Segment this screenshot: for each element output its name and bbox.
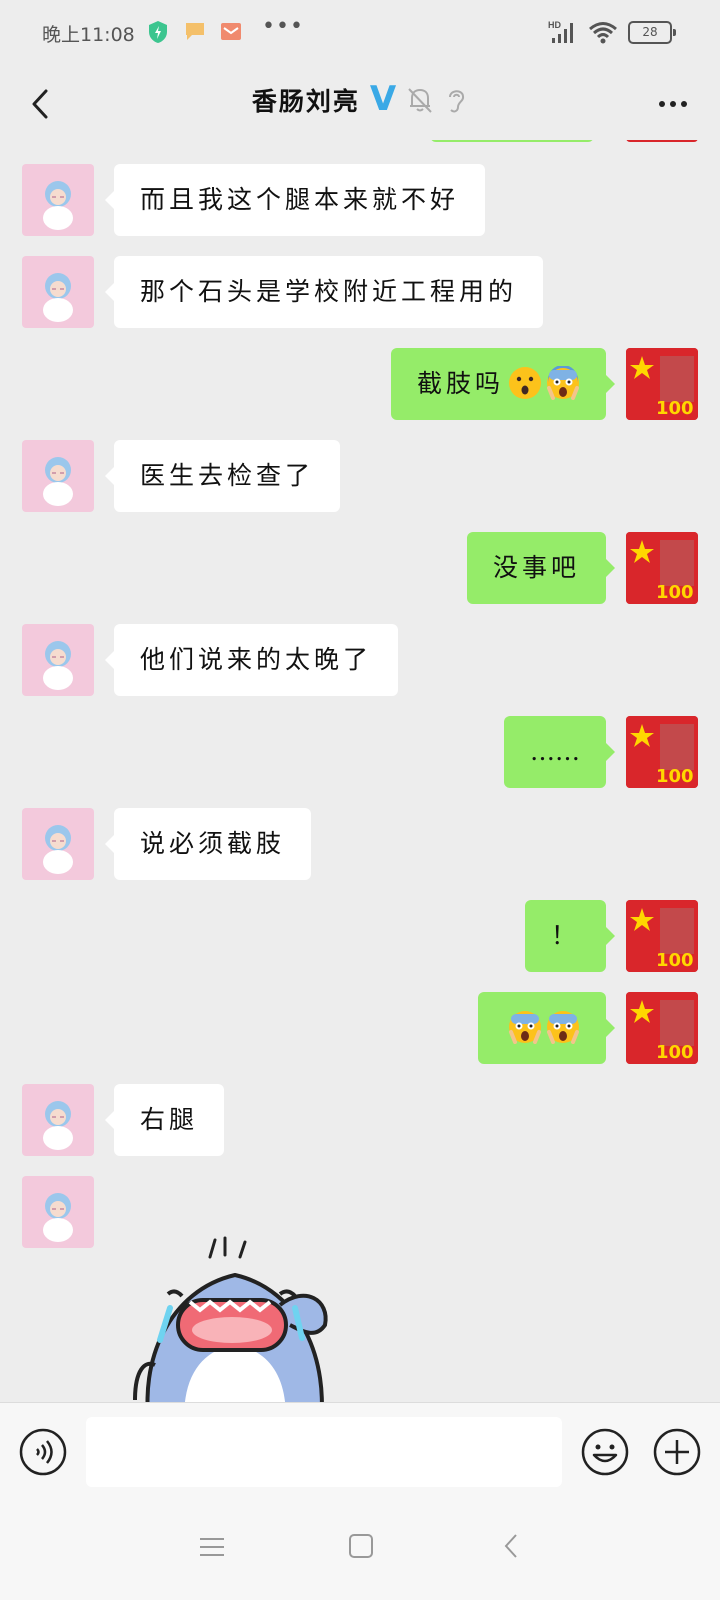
system-nav-bar bbox=[0, 1503, 720, 1600]
message-bubble[interactable]: 那个石头是学校附近工程用的 bbox=[104, 256, 544, 328]
message-bubble[interactable]: 医生去检查了 bbox=[104, 440, 341, 512]
my-avatar[interactable]: 100 bbox=[626, 900, 698, 972]
screaming-face-icon bbox=[509, 1010, 541, 1044]
message-row: 说必须截肢 bbox=[0, 808, 720, 880]
svg-text:100: 100 bbox=[656, 950, 694, 971]
avatar[interactable] bbox=[22, 1084, 94, 1156]
contact-avatar-image bbox=[43, 457, 73, 506]
message-row: 他们说来的太晚了 bbox=[0, 624, 720, 696]
svg-text:100: 100 bbox=[656, 766, 694, 787]
message-bubble[interactable]: 他们说来的太晚了 bbox=[104, 624, 399, 696]
verified-badge: V bbox=[369, 79, 397, 119]
more-icon[interactable] bbox=[648, 82, 698, 126]
status-right: HD 28 bbox=[548, 20, 676, 44]
nav-menu-icon[interactable] bbox=[196, 1531, 228, 1563]
flag-avatar-image: 100 bbox=[626, 716, 698, 788]
message-row: 那个石头是学校附近工程用的 bbox=[0, 256, 720, 328]
avatar[interactable] bbox=[22, 624, 94, 696]
status-bar: 晚上11:08 ••• HD 28 bbox=[0, 0, 720, 68]
previous-message-fragment bbox=[430, 140, 594, 142]
message-bubble[interactable]: 说必须截肢 bbox=[104, 808, 312, 880]
avatar[interactable] bbox=[22, 808, 94, 880]
message-bubble[interactable]: 右腿 bbox=[104, 1084, 225, 1156]
my-avatar[interactable]: 100 bbox=[626, 716, 698, 788]
svg-text:100: 100 bbox=[656, 1042, 694, 1063]
battery-indicator: 28 bbox=[628, 20, 676, 44]
chat-header: 香肠刘亮 V bbox=[0, 68, 720, 140]
flag-avatar-image: 100 bbox=[626, 992, 698, 1064]
message-bubble[interactable]: 截肢吗 bbox=[390, 348, 616, 420]
more-notifications-icon: ••• bbox=[262, 14, 304, 39]
message-bubble[interactable] bbox=[478, 992, 615, 1064]
message-row: 100 bbox=[0, 992, 720, 1064]
message-text: 截肢吗 bbox=[416, 369, 504, 398]
previous-avatar-fragment bbox=[626, 140, 698, 142]
message-bubble[interactable]: …… bbox=[504, 716, 615, 788]
message-row: ！ 100 bbox=[0, 900, 720, 972]
my-avatar[interactable]: 100 bbox=[626, 532, 698, 604]
nav-back-icon[interactable] bbox=[496, 1529, 530, 1563]
ear-icon bbox=[449, 90, 465, 113]
emoji-icon[interactable] bbox=[580, 1427, 630, 1477]
voice-icon[interactable] bbox=[18, 1427, 68, 1477]
surprised-face-icon bbox=[509, 366, 541, 399]
contact-avatar-image bbox=[43, 641, 73, 690]
crying-shark-sticker[interactable] bbox=[130, 1230, 340, 1402]
message-bubble[interactable]: 没事吧 bbox=[466, 532, 616, 604]
contact-avatar-image bbox=[43, 1101, 73, 1150]
flag-avatar-image: 100 bbox=[626, 348, 698, 420]
contact-avatar-image bbox=[43, 825, 73, 874]
message-row: 没事吧 100 bbox=[0, 532, 720, 604]
message-row: …… 100 bbox=[0, 716, 720, 788]
mute-bell-icon bbox=[408, 88, 432, 113]
message-icon bbox=[186, 23, 204, 40]
message-bubble[interactable]: 而且我这个腿本来就不好 bbox=[104, 164, 486, 236]
message-row: 医生去检查了 bbox=[0, 440, 720, 512]
avatar[interactable] bbox=[22, 1176, 94, 1248]
signal-icon: HD bbox=[548, 20, 573, 43]
title-group: 香肠刘亮 V bbox=[0, 82, 720, 118]
plus-icon[interactable] bbox=[652, 1427, 702, 1477]
message-input[interactable] bbox=[86, 1417, 562, 1487]
nav-home-icon[interactable] bbox=[344, 1529, 378, 1563]
message-row: 而且我这个腿本来就不好 bbox=[0, 164, 720, 236]
mail-icon bbox=[221, 23, 241, 40]
status-time: 晚上11:08 bbox=[42, 24, 135, 46]
screaming-face-icon bbox=[547, 1010, 579, 1044]
message-row: 截肢吗 100 bbox=[0, 348, 720, 420]
wifi-icon bbox=[589, 22, 617, 44]
screaming-face-icon bbox=[547, 365, 579, 400]
my-avatar[interactable]: 100 bbox=[626, 992, 698, 1064]
shield-icon bbox=[149, 21, 167, 43]
contact-avatar-image bbox=[43, 273, 73, 322]
chat-area[interactable]: 而且我这个腿本来就不好 那个石头是学校附近工程用的 截肢吗 100 医生去检查了… bbox=[0, 140, 720, 1402]
my-avatar[interactable]: 100 bbox=[626, 348, 698, 420]
message-row bbox=[0, 1176, 720, 1248]
message-bubble[interactable]: ！ bbox=[524, 900, 616, 972]
contact-avatar-image bbox=[43, 1193, 73, 1242]
input-bar bbox=[0, 1402, 720, 1503]
avatar[interactable] bbox=[22, 164, 94, 236]
svg-text:100: 100 bbox=[656, 398, 694, 419]
avatar[interactable] bbox=[22, 256, 94, 328]
flag-avatar-image: 100 bbox=[626, 900, 698, 972]
avatar[interactable] bbox=[22, 440, 94, 512]
svg-text:100: 100 bbox=[656, 582, 694, 603]
chat-title: 香肠刘亮 bbox=[251, 87, 360, 116]
flag-avatar-image: 100 bbox=[626, 532, 698, 604]
message-row: 右腿 bbox=[0, 1084, 720, 1156]
contact-avatar-image bbox=[43, 181, 73, 230]
svg-text:HD: HD bbox=[548, 20, 561, 30]
